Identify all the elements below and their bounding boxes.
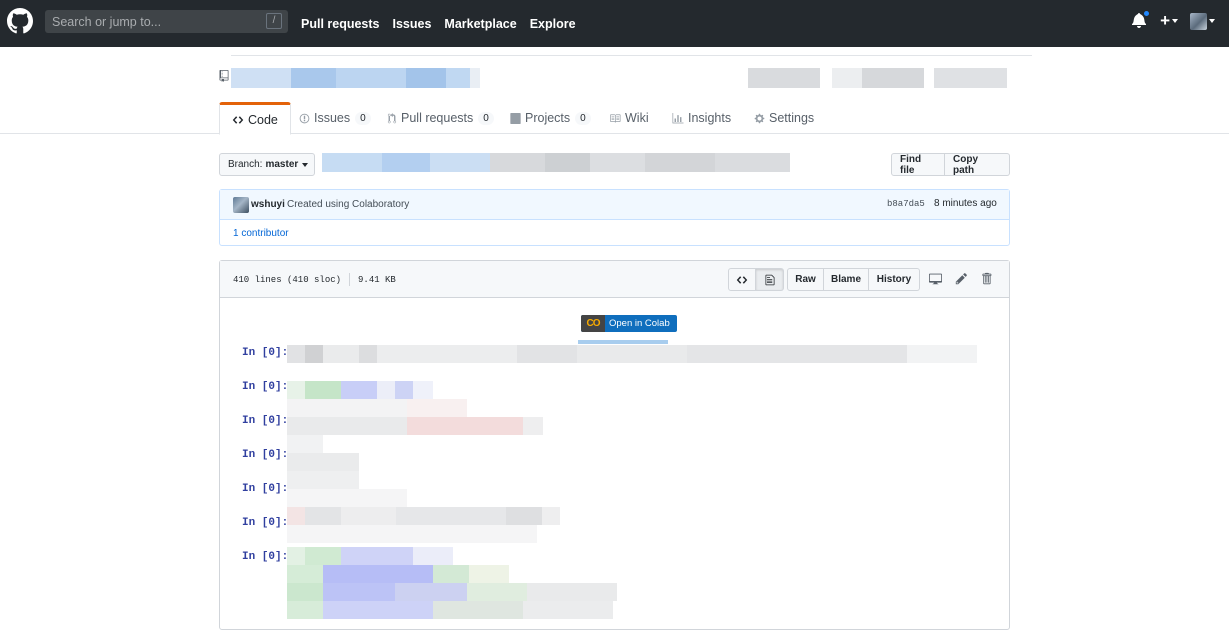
file-header: 410 lines (410 sloc) 9.41 KB Raw Blame Hi… [220,261,1009,298]
tab-label: Wiki [625,111,649,125]
branch-select-button[interactable]: Branch: master [219,153,315,176]
user-avatar[interactable] [1190,12,1207,30]
branch-name: master [265,159,299,170]
github-logo-icon[interactable] [7,8,33,34]
redacted-strip [578,340,668,344]
rendered-view-button[interactable] [756,268,784,291]
copy-path-button[interactable]: Copy path [945,153,1010,176]
commit-sha[interactable]: b8a7da5 [887,199,925,209]
search-box: / [45,10,288,33]
colab-logo-icon: CO [581,315,605,332]
cell-prompt: In [0]: [242,347,289,359]
gear-icon [754,113,765,123]
cell-prompt: In [0]: [242,483,289,495]
pull-request-icon [387,112,397,123]
pull-requests-counter: 0 [478,111,494,125]
history-button[interactable]: History [869,268,920,291]
raw-button[interactable]: Raw [787,268,824,291]
tab-label: Pull requests [401,111,474,125]
nav-explore[interactable]: Explore [530,17,576,31]
cell-prompt: In [0]: [242,449,289,461]
chevron-down-icon [302,162,309,167]
divider [349,273,351,286]
commit-author[interactable]: wshuyi [251,199,285,210]
issues-counter: 0 [355,111,371,125]
nav-pull-requests[interactable]: Pull requests [301,17,380,31]
unread-indicator [1143,10,1151,17]
code-icon [736,275,748,284]
chevron-down-icon [1172,19,1178,23]
colab-badge-text: Open in Colab [609,318,670,329]
global-header: / Pull requests Issues Marketplace Explo… [0,0,1229,47]
graph-icon [672,112,684,123]
nav-marketplace[interactable]: Marketplace [444,17,516,31]
tab-label: Settings [769,111,815,125]
book-icon [610,113,621,123]
tab-issues[interactable]: Issues 0 [299,102,371,134]
tab-label: Code [248,112,278,127]
code-icon [232,115,244,124]
contributors-link[interactable]: 1 contributor [233,228,289,239]
file-info: 410 lines (410 sloc) 9.41 KB [233,273,396,286]
pencil-icon[interactable] [955,272,968,285]
cell-prompt: In [0]: [242,551,289,563]
commit-header: wshuyi Created using Colaboratory b8a7da… [220,190,1009,220]
file-size: 9.41 KB [358,274,396,285]
branch-prefix: Branch: [228,159,263,170]
projects-counter: 0 [575,111,591,125]
file-viewer: 410 lines (410 sloc) 9.41 KB Raw Blame Hi… [219,260,1010,630]
tab-projects[interactable]: Projects 0 [510,102,591,134]
repo-icon [219,70,229,82]
commit-message[interactable]: Created using Colaboratory [287,199,409,210]
chevron-down-icon [1209,19,1215,23]
commit-time: 8 minutes ago [934,198,997,209]
nav-issues[interactable]: Issues [393,17,432,31]
find-file-button[interactable]: Find file [891,153,945,176]
tab-wiki[interactable]: Wiki [609,102,649,134]
cell-prompt: In [0]: [242,381,289,393]
blame-button[interactable]: Blame [824,268,869,291]
top-nav: Pull requests Issues Marketplace Explore [301,0,589,47]
latest-commit-box: wshuyi Created using Colaboratory b8a7da… [219,189,1010,246]
search-input[interactable] [45,10,265,33]
notifications-button[interactable] [1132,10,1151,30]
tab-settings[interactable]: Settings [754,102,814,134]
tab-label: Insights [688,111,732,125]
tab-code[interactable]: Code [219,102,291,135]
file-actions: Raw Blame History [787,268,920,291]
file-icon [765,274,774,285]
cell-prompt: In [0]: [242,517,289,529]
search-shortcut-hint: / [266,13,282,29]
file-lines: 410 lines (410 sloc) [233,274,342,285]
avatar[interactable] [233,197,249,213]
desktop-icon[interactable] [928,272,943,285]
source-view-button[interactable] [728,268,756,291]
project-icon [510,112,521,124]
tab-label: Issues [314,111,351,125]
cell-prompt: In [0]: [242,415,289,427]
repo-tabs: Code Issues 0 Pull requests 0 Projects 0… [0,102,1229,135]
trash-icon[interactable] [981,272,992,285]
issue-icon [299,113,310,123]
file-nav-actions: Find file Copy path [891,153,1010,176]
tab-label: Projects [525,111,571,125]
tab-pull-requests[interactable]: Pull requests 0 [387,102,494,134]
open-in-colab-badge[interactable]: CO Open in Colab [581,315,677,332]
divider [231,55,1032,56]
tab-insights[interactable]: Insights [672,102,731,134]
header-actions: + [1132,10,1215,30]
view-toggle [728,268,784,291]
create-new-button[interactable]: + [1160,12,1170,30]
